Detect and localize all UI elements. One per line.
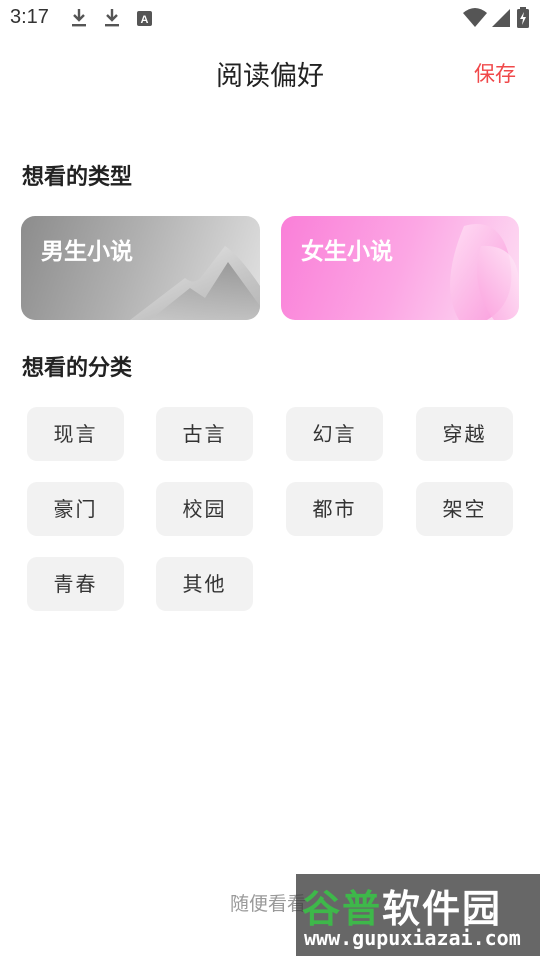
- female-novel-card[interactable]: 女生小说: [281, 216, 519, 320]
- signal-icon: [492, 9, 510, 27]
- category-tag[interactable]: 现言: [27, 407, 124, 461]
- battery-charging-icon: [517, 7, 529, 28]
- types-section-title: 想看的类型: [22, 165, 133, 190]
- watermark-url: www.gupuxiazai.com: [304, 926, 521, 950]
- status-bar: 3:17 A: [0, 0, 540, 36]
- browse-randomly-link[interactable]: 随便看看: [230, 889, 306, 916]
- male-novel-label: 男生小说: [41, 239, 133, 265]
- female-novel-label: 女生小说: [301, 239, 393, 265]
- download-icon: [105, 9, 119, 27]
- watermark-title-part2: 软件园: [382, 887, 503, 931]
- page-title: 阅读偏好: [216, 61, 324, 92]
- wifi-icon: [463, 8, 487, 27]
- category-tag[interactable]: 架空: [416, 482, 513, 536]
- category-tag[interactable]: 青春: [27, 557, 124, 611]
- category-tag[interactable]: 幻言: [286, 407, 383, 461]
- watermark-title-part1: 谷普: [302, 887, 383, 931]
- category-tag[interactable]: 古言: [156, 407, 253, 461]
- site-watermark: 谷普软件园 www.gupuxiazai.com: [296, 874, 540, 956]
- category-tag[interactable]: 豪门: [27, 482, 124, 536]
- category-tag[interactable]: 都市: [286, 482, 383, 536]
- header: 阅读偏好 保存: [0, 40, 540, 104]
- category-tag[interactable]: 其他: [156, 557, 253, 611]
- category-tag[interactable]: 穿越: [416, 407, 513, 461]
- download-icon: [72, 9, 86, 27]
- svg-text:A: A: [141, 14, 149, 26]
- categories-section-title: 想看的分类: [22, 356, 133, 381]
- male-novel-card[interactable]: 男生小说: [21, 216, 260, 320]
- watermark-title: 谷普软件园: [302, 878, 502, 933]
- save-button[interactable]: 保存: [474, 58, 516, 88]
- category-tag[interactable]: 校园: [156, 482, 253, 536]
- text-a-icon: A: [137, 11, 152, 26]
- status-time: 3:17: [10, 6, 49, 28]
